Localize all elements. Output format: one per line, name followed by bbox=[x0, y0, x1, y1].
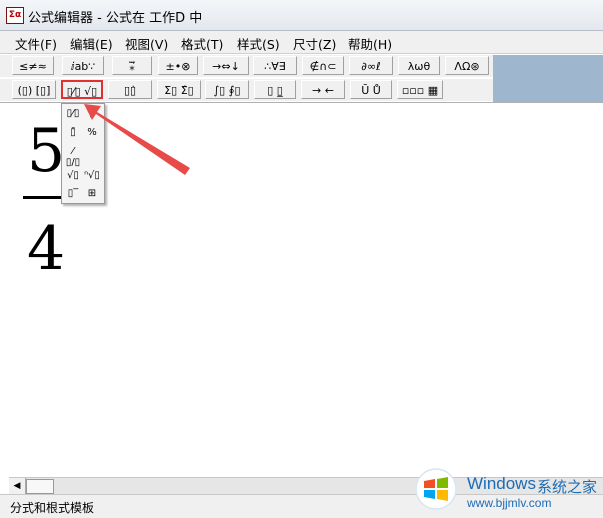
annotation-arrow-icon bbox=[84, 104, 190, 175]
watermark-brand: Windows bbox=[467, 474, 536, 493]
watermark-subtitle: 系统之家 bbox=[537, 478, 598, 496]
watermark-url: www.bjjmlv.com bbox=[467, 496, 552, 510]
watermark: Windows 系统之家 www.bjjmlv.com bbox=[415, 466, 603, 512]
windows-logo-icon bbox=[415, 468, 457, 510]
status-text: 分式和根式模板 bbox=[10, 501, 95, 515]
scroll-thumb[interactable] bbox=[26, 479, 54, 494]
scroll-left-arrow-icon[interactable]: ◀ bbox=[9, 478, 26, 494]
